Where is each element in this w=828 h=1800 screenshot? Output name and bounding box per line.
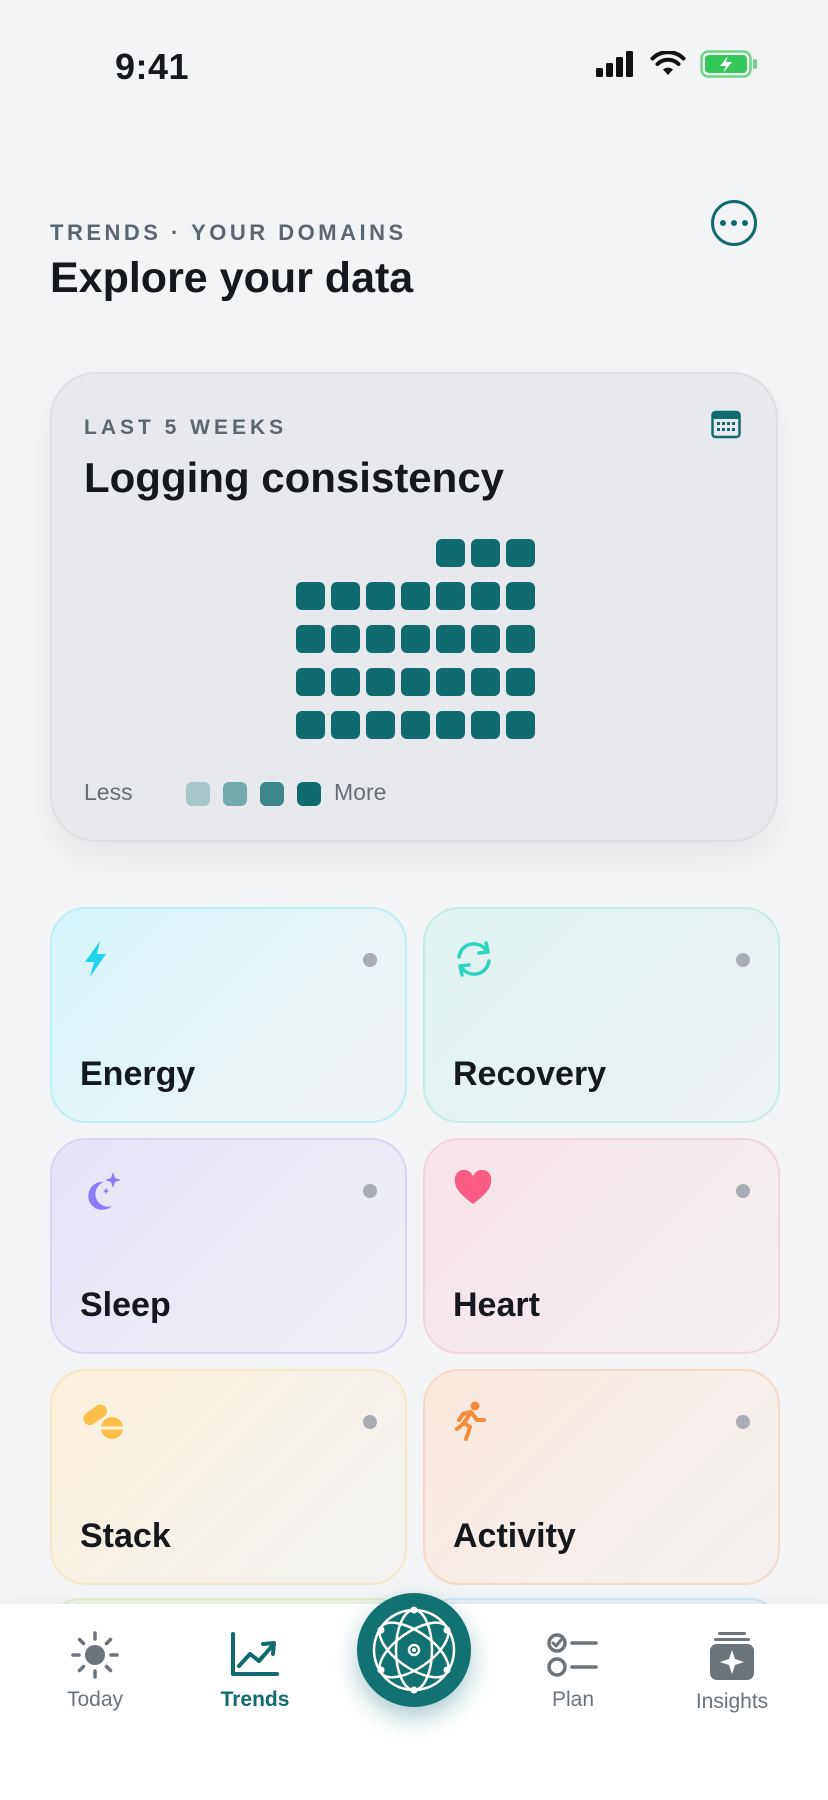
status-time: 9:41: [115, 46, 190, 87]
domain-label: Energy: [80, 1055, 196, 1093]
heatmap-cell: [471, 625, 500, 653]
domain-card-recovery[interactable]: Recovery: [423, 907, 780, 1123]
status-dot: [363, 953, 377, 967]
checklist-icon: [547, 1633, 598, 1677]
more-dot: [731, 220, 737, 226]
card-title: Logging consistency: [84, 454, 505, 501]
nav-label: Today: [66, 1688, 124, 1711]
heatmap-cell: [331, 668, 360, 696]
nav-label: Insights: [695, 1690, 769, 1713]
heatmap-cell: [471, 668, 500, 696]
legend-swatch: [260, 782, 284, 806]
refresh-arrows-icon: [457, 941, 491, 977]
heatmap-cell: [471, 539, 500, 567]
status-dot: [736, 953, 750, 967]
heatmap-cell: [436, 539, 465, 567]
heatmap-cell: [436, 582, 465, 610]
nav-today[interactable]: Today: [35, 1630, 155, 1712]
status-dot: [363, 1415, 377, 1429]
legend-swatch: [223, 782, 247, 806]
heatmap-cell: [331, 582, 360, 610]
moon-sparkle-icon: [88, 1172, 121, 1210]
heatmap-cell: [366, 668, 395, 696]
heatmap-cell: [401, 625, 430, 653]
pills-icon: [83, 1404, 123, 1439]
domain-card-sleep[interactable]: Sleep: [50, 1138, 407, 1354]
heatmap-cell: [471, 582, 500, 610]
heart-icon: [454, 1170, 492, 1204]
heatmap-cell: [506, 668, 535, 696]
domain-card-stack[interactable]: Stack: [50, 1369, 407, 1585]
running-person-icon: [455, 1401, 486, 1441]
heatmap-cell: [436, 668, 465, 696]
legend-swatch: [297, 782, 321, 806]
heatmap-cell: [296, 625, 325, 653]
orbit-logo-icon: [372, 1606, 456, 1694]
domain-card-energy[interactable]: Energy: [50, 907, 407, 1123]
heatmap-cell: [366, 711, 395, 739]
more-options-button[interactable]: [711, 200, 757, 246]
heatmap-cell: [296, 711, 325, 739]
heatmap-cell: [331, 711, 360, 739]
center-action-button[interactable]: [357, 1593, 471, 1707]
heatmap-cell: [401, 668, 430, 696]
more-horizontal-icon: [720, 220, 726, 226]
domain-label: Heart: [453, 1286, 540, 1324]
cellular-signal-icon: [596, 51, 633, 77]
more-dot: [742, 220, 748, 226]
nav-trends[interactable]: Trends: [195, 1630, 315, 1712]
legend-less-label: Less: [84, 779, 133, 805]
status-dot: [736, 1184, 750, 1198]
sun-icon: [71, 1631, 119, 1679]
legend-swatch: [186, 782, 210, 806]
domain-card-activity[interactable]: Activity: [423, 1369, 780, 1585]
domain-label: Stack: [80, 1517, 171, 1555]
legend-more-label: More: [334, 779, 387, 805]
calendar-icon[interactable]: [711, 409, 741, 439]
card-eyebrow: LAST 5 WEEKS: [84, 416, 288, 439]
heatmap-cell: [401, 711, 430, 739]
page-eyebrow: TRENDS · YOUR DOMAINS: [50, 220, 407, 245]
nav-insights[interactable]: Insights: [672, 1630, 792, 1714]
heatmap-cell: [331, 625, 360, 653]
domain-label: Activity: [453, 1517, 576, 1555]
logging-consistency-card[interactable]: LAST 5 WEEKS Logging consistency Less Mo…: [50, 372, 778, 842]
trend-chart-icon: [231, 1632, 279, 1676]
heatmap-cell: [366, 625, 395, 653]
heatmap-cell: [366, 582, 395, 610]
nav-label: Plan: [551, 1688, 595, 1711]
domain-label: Sleep: [80, 1286, 171, 1324]
nav-label: Trends: [220, 1688, 290, 1711]
status-dot: [363, 1184, 377, 1198]
heatmap-cell: [401, 582, 430, 610]
wifi-icon: [650, 51, 686, 75]
sparkle-stack-icon: [710, 1632, 754, 1680]
heatmap-cell: [506, 582, 535, 610]
battery-charging-icon: [700, 50, 757, 78]
heatmap-cell: [296, 668, 325, 696]
lightning-bolt-icon: [85, 941, 106, 977]
heatmap-cell: [436, 625, 465, 653]
domain-label: Recovery: [453, 1055, 607, 1093]
status-dot: [736, 1415, 750, 1429]
heatmap-cell: [506, 711, 535, 739]
heatmap-cell: [436, 711, 465, 739]
domain-card-heart[interactable]: Heart: [423, 1138, 780, 1354]
heatmap-cell: [506, 539, 535, 567]
heatmap-cell: [506, 625, 535, 653]
nav-plan[interactable]: Plan: [513, 1630, 633, 1712]
heatmap-cell: [471, 711, 500, 739]
heatmap-cell: [296, 582, 325, 610]
status-icons: [596, 50, 758, 78]
page-title: Explore your data: [50, 254, 414, 302]
